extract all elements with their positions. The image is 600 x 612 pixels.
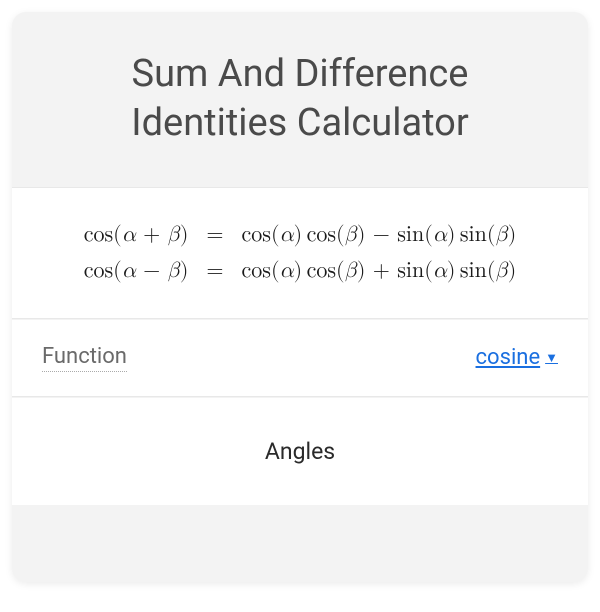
formula-panel: cos(α + β) = cos(α) cos(β) − sin(α) sin(… bbox=[12, 187, 588, 319]
formula-equals: = bbox=[198, 218, 231, 252]
angles-panel: Angles bbox=[12, 398, 588, 505]
title-line-1: Sum And Difference bbox=[132, 52, 469, 96]
function-label: Function bbox=[42, 344, 127, 372]
formula-row-diff: cos(α − β) = cos(α) cos(β) + sin(α) sin(… bbox=[76, 254, 525, 288]
formula-equals: = bbox=[198, 254, 231, 288]
title-line-2: Identities Calculator bbox=[131, 101, 468, 145]
function-value-text: cosine bbox=[476, 345, 541, 370]
formula-lhs: cos(α − β) bbox=[76, 254, 197, 288]
page-title: Sum And Difference Identities Calculator bbox=[32, 50, 568, 149]
formula-rhs: cos(α) cos(β) − sin(α) sin(β) bbox=[234, 218, 525, 252]
function-row: Function cosine ▼ bbox=[12, 320, 588, 397]
formula-table: cos(α + β) = cos(α) cos(β) − sin(α) sin(… bbox=[74, 216, 527, 290]
chevron-down-icon: ▼ bbox=[545, 350, 558, 366]
header: Sum And Difference Identities Calculator bbox=[12, 12, 588, 187]
function-dropdown[interactable]: cosine ▼ bbox=[476, 345, 558, 370]
formula-lhs: cos(α + β) bbox=[76, 218, 197, 252]
calculator-card: Sum And Difference Identities Calculator… bbox=[12, 12, 588, 582]
angles-title: Angles bbox=[32, 438, 568, 465]
formula-row-sum: cos(α + β) = cos(α) cos(β) − sin(α) sin(… bbox=[76, 218, 525, 252]
formula-rhs: cos(α) cos(β) + sin(α) sin(β) bbox=[234, 254, 525, 288]
